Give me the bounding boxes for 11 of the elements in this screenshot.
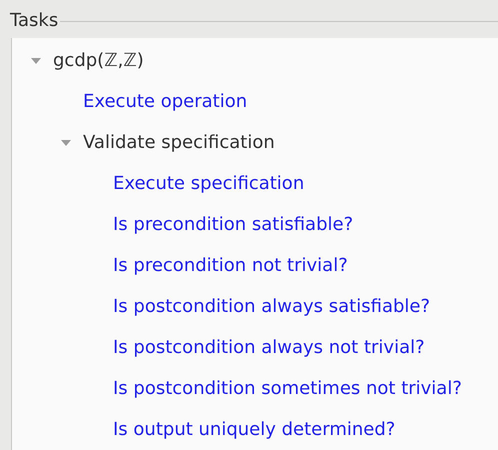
task-link[interactable]: Is output uniquely determined? — [113, 419, 396, 440]
tree-node[interactable]: gcdp(ℤ,ℤ) — [53, 50, 144, 71]
task-link[interactable]: Is precondition satisfiable? — [113, 214, 354, 235]
panel-title: Tasks — [10, 10, 58, 30]
task-link[interactable]: Is postcondition always satisfiable? — [113, 296, 430, 317]
task-link[interactable]: Is postcondition sometimes not trivial? — [113, 378, 462, 399]
task-link[interactable]: Execute operation — [83, 91, 248, 112]
tree-node[interactable]: Validate specification — [83, 132, 275, 153]
task-link[interactable]: Is precondition not trivial? — [113, 255, 348, 276]
task-link[interactable]: Is postcondition always not trivial? — [113, 337, 425, 358]
task-link[interactable]: Execute specification — [113, 173, 304, 194]
